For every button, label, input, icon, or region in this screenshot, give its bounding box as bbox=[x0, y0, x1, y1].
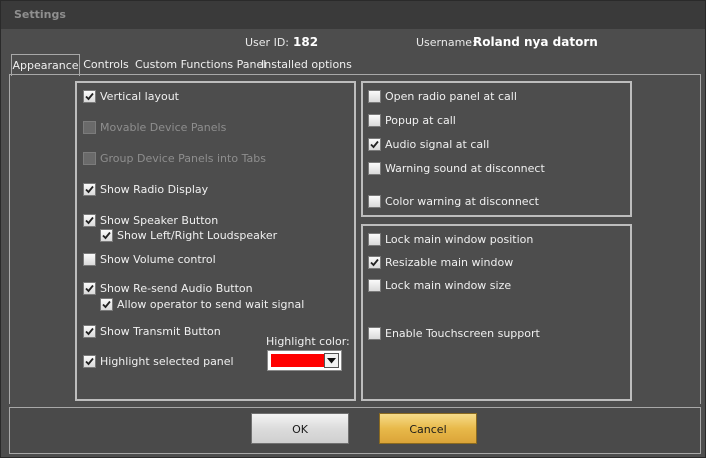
cancel-button[interactable]: Cancel bbox=[379, 413, 477, 444]
checkbox-box bbox=[368, 256, 381, 269]
checkbox-box bbox=[83, 183, 96, 196]
checkmark-icon bbox=[85, 185, 94, 194]
checkmark-icon bbox=[102, 231, 111, 240]
button-bar bbox=[9, 407, 701, 454]
checkbox-box bbox=[368, 138, 381, 151]
checkbox-box bbox=[83, 90, 96, 103]
checkbox-label: Audio signal at call bbox=[385, 138, 490, 151]
color-swatch bbox=[271, 354, 324, 367]
checkbox-label: Open radio panel at call bbox=[385, 90, 517, 103]
checkbox-box bbox=[368, 327, 381, 340]
checkbox-label: Show Left/Right Loudspeaker bbox=[117, 229, 278, 242]
highlight-color-label: Highlight color: bbox=[266, 335, 350, 348]
user-id-value: 182 bbox=[293, 35, 319, 49]
checkbox-box bbox=[100, 298, 113, 311]
user-id-label: User ID: bbox=[245, 36, 289, 49]
checkbox-box bbox=[83, 121, 96, 134]
checkbox-box bbox=[368, 195, 381, 208]
checkbox-box bbox=[83, 214, 96, 227]
checkbox-label: Movable Device Panels bbox=[100, 121, 227, 134]
checkbox-label: Lock main window position bbox=[385, 233, 534, 246]
checkbox-label: Enable Touchscreen support bbox=[385, 327, 540, 340]
checkbox-box bbox=[368, 114, 381, 127]
chevron-down-icon bbox=[327, 358, 336, 364]
checkbox-label: Show Re-send Audio Button bbox=[100, 282, 253, 295]
checkbox-label: Color warning at disconnect bbox=[385, 195, 539, 208]
checkbox-box bbox=[83, 355, 96, 368]
checkbox-label: Show Radio Display bbox=[100, 183, 209, 196]
window-options-group bbox=[361, 224, 632, 401]
checkbox-label: Show Transmit Button bbox=[100, 325, 221, 338]
tab-installed-options[interactable]: Installed options bbox=[261, 54, 352, 75]
checkbox-label: Resizable main window bbox=[385, 256, 514, 269]
checkmark-icon bbox=[85, 284, 94, 293]
checkbox-box bbox=[368, 233, 381, 246]
checkbox-label: Vertical layout bbox=[100, 90, 179, 103]
checkbox-box bbox=[100, 229, 113, 242]
checkbox-label: Lock main window size bbox=[385, 279, 512, 292]
dropdown-arrow-button[interactable] bbox=[324, 353, 339, 368]
checkmark-icon bbox=[85, 216, 94, 225]
username-label: Username: bbox=[416, 36, 476, 49]
window-title: Settings bbox=[14, 8, 66, 21]
checkbox-label: Popup at call bbox=[385, 114, 456, 127]
checkmark-icon bbox=[85, 357, 94, 366]
checkbox-box bbox=[368, 162, 381, 175]
checkmark-icon bbox=[102, 300, 111, 309]
checkmark-icon bbox=[85, 92, 94, 101]
checkbox-box bbox=[83, 282, 96, 295]
checkmark-icon bbox=[370, 140, 379, 149]
checkbox-box bbox=[83, 152, 96, 165]
checkmark-icon bbox=[370, 258, 379, 267]
checkbox-label: Show Speaker Button bbox=[100, 214, 219, 227]
checkbox-label: Allow operator to send wait signal bbox=[117, 298, 305, 311]
tab-appearance[interactable]: Appearance bbox=[11, 54, 80, 76]
checkmark-icon bbox=[85, 327, 94, 336]
tab-controls[interactable]: Controls bbox=[83, 54, 129, 75]
tab-custom-functions-panel[interactable]: Custom Functions Panel bbox=[135, 54, 266, 75]
checkbox-box bbox=[83, 253, 96, 266]
checkbox-label: Group Device Panels into Tabs bbox=[100, 152, 266, 165]
checkbox-box bbox=[368, 90, 381, 103]
checkbox-box bbox=[368, 279, 381, 292]
settings-window: Settings User ID: 182 Username: Roland n… bbox=[0, 0, 706, 458]
checkbox-label: Warning sound at disconnect bbox=[385, 162, 545, 175]
username-value: Roland nya datorn bbox=[473, 35, 598, 49]
checkbox-box bbox=[83, 325, 96, 338]
highlight-color-dropdown[interactable] bbox=[267, 350, 342, 371]
title-bar[interactable]: Settings bbox=[1, 1, 705, 29]
checkbox-label: Highlight selected panel bbox=[100, 355, 234, 368]
ok-button[interactable]: OK bbox=[251, 413, 349, 444]
checkbox-label: Show Volume control bbox=[100, 253, 216, 266]
